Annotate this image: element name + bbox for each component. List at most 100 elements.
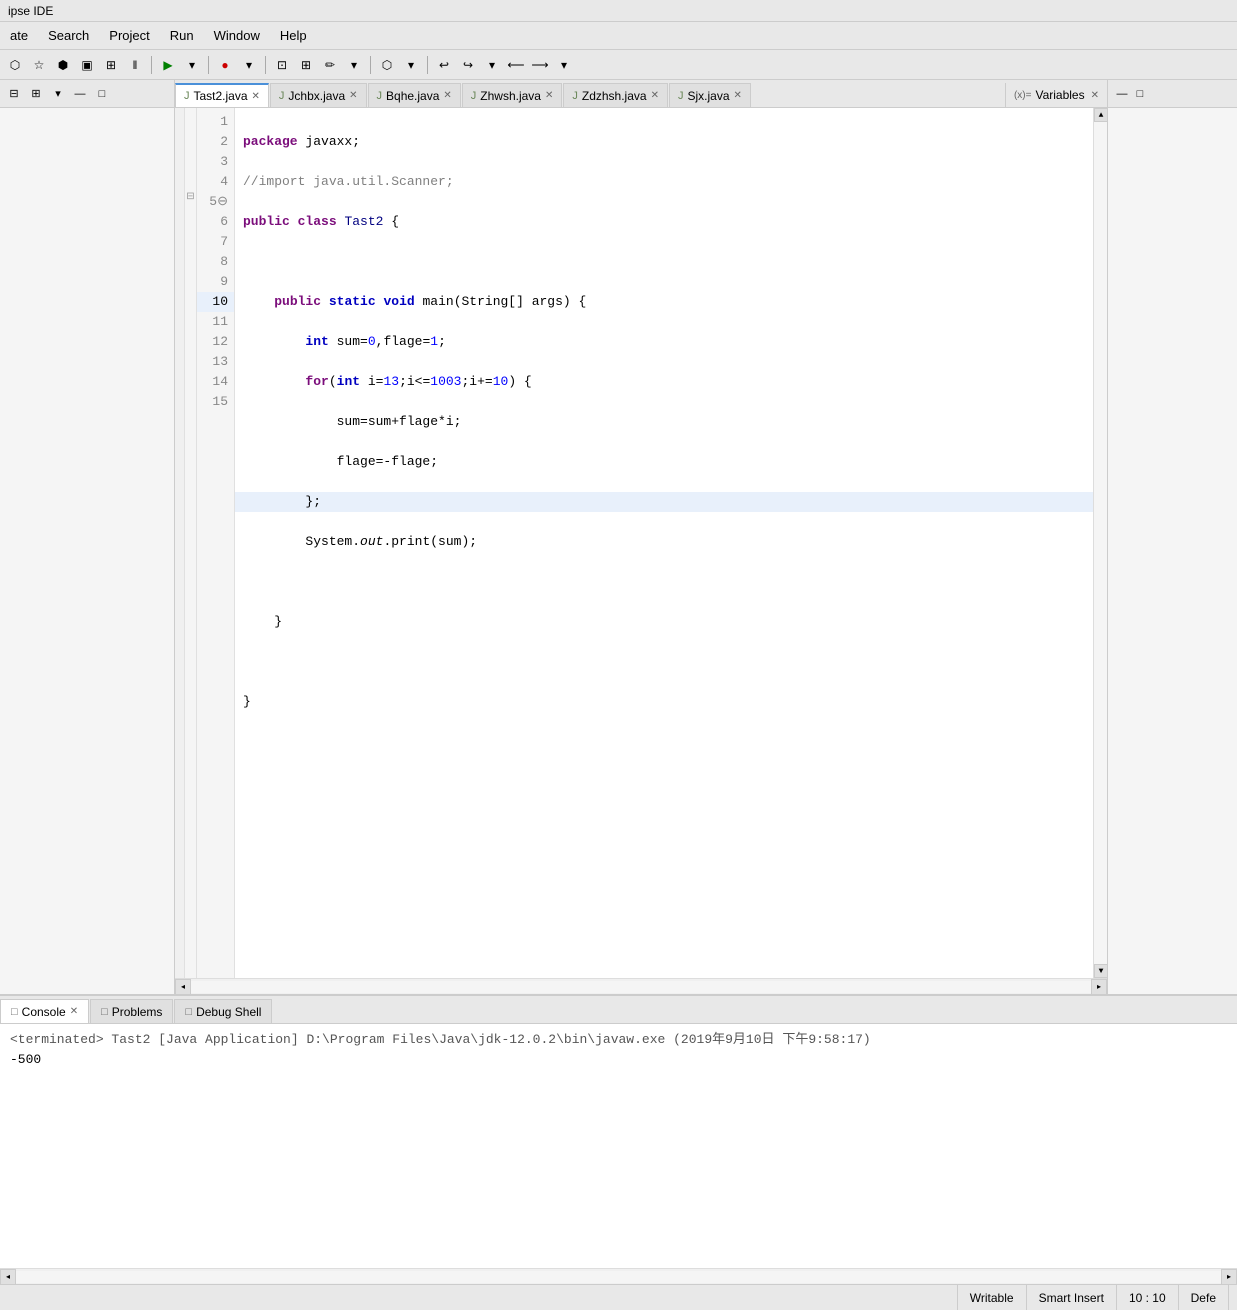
toolbar-btn-7[interactable]: ● [214,54,236,76]
tab-close-zdzhsh[interactable]: ✕ [651,90,659,101]
scroll-down-btn[interactable]: ▼ [1094,964,1107,978]
console-tab-problems[interactable]: □ Problems [90,999,173,1023]
fold-11 [185,308,196,328]
toolbar-nav-dropdown[interactable]: ▾ [481,54,503,76]
menu-help[interactable]: Help [270,25,317,46]
bp-13 [175,348,184,368]
variables-tab[interactable]: (x)= Variables ✕ [1005,83,1107,107]
tab-jchbx[interactable]: J Jchbx.java ✕ [270,83,367,107]
console-tab-console[interactable]: □ Console ✕ [0,999,89,1023]
console-tab-label: Console [22,1005,66,1019]
toolbar: ⬡ ☆ ⬢ ▣ ⊞ ‖ ▶ ▾ ● ▾ ⊡ ⊞ ✏ ▾ ⬡ ▾ ↩ ↪ ▾ ⟵ … [0,50,1237,80]
title-text: ipse IDE [8,4,53,18]
problems-icon: □ [101,1006,108,1018]
tab-sjx[interactable]: J Sjx.java ✕ [669,83,751,107]
tab-zdzhsh[interactable]: J Zdzhsh.java ✕ [563,83,668,107]
scroll-track[interactable] [1094,122,1107,964]
bp-12 [175,328,184,348]
fold-3 [185,148,196,168]
bp-10 [175,288,184,308]
toolbar-btn-11[interactable]: ✏ [319,54,341,76]
toolbar-next-btn[interactable]: ⟶ [529,54,551,76]
bp-3 [175,148,184,168]
fold-5[interactable]: ⊟ [185,188,196,208]
toolbar-btn-5[interactable]: ⊞ [100,54,122,76]
console-tab-close[interactable]: ✕ [70,1006,78,1017]
left-tab-btn-1[interactable]: ⊟ [4,84,24,104]
editor-hscroll: ◂ ▸ [175,978,1107,994]
tab-label-bqhe: Bqhe.java [386,89,439,103]
tab-close-sjx[interactable]: ✕ [734,90,742,101]
tab-label-zdzhsh: Zdzhsh.java [582,89,647,103]
toolbar-prev-btn[interactable]: ⟵ [505,54,527,76]
tab-tast2[interactable]: J Tast2.java ✕ [175,83,269,107]
toolbar-btn-13[interactable]: ⬡ [376,54,398,76]
toolbar-btn-1[interactable]: ⬡ [4,54,26,76]
linenum-11: 11 [197,312,234,332]
bottom-hscroll-track[interactable] [16,1271,1221,1283]
toolbar-btn-9[interactable]: ⊡ [271,54,293,76]
tab-close-bqhe[interactable]: ✕ [443,90,451,101]
code-line-11: System.out.print(sum); [243,532,1085,552]
console-tab-debug[interactable]: □ Debug Shell [174,999,272,1023]
menu-window[interactable]: Window [204,25,270,46]
bp-14 [175,368,184,388]
menu-search[interactable]: Search [38,25,99,46]
fold-9 [185,268,196,288]
toolbar-btn-6[interactable]: ‖ [124,54,146,76]
bottom-hscroll-right[interactable]: ▸ [1221,1269,1237,1285]
variables-tab-close[interactable]: ✕ [1091,90,1099,101]
variables-tab-label: Variables [1035,88,1084,102]
code-editor: ⊟ 1 2 3 4 5⊖ 6 7 8 [175,108,1107,978]
code-line-10: }; [235,492,1093,512]
right-panel-maximize[interactable]: □ [1132,86,1148,102]
menu-bar: ate Search Project Run Window Help [0,22,1237,50]
toolbar-btn-14[interactable]: ▾ [400,54,422,76]
toolbar-btn-2[interactable]: ☆ [28,54,50,76]
tab-icon-tast2: J [184,90,190,102]
tab-close-jchbx[interactable]: ✕ [349,90,357,101]
tab-icon-sjx: J [678,90,684,102]
left-tab-btn-minus[interactable]: — [70,84,90,104]
scroll-up-btn[interactable]: ▲ [1094,108,1107,122]
left-tab-btn-collapse[interactable]: ▾ [48,84,68,104]
menu-ate[interactable]: ate [0,25,38,46]
fold-8 [185,248,196,268]
left-tab-btn-restore[interactable]: □ [92,84,112,104]
tab-close-tast2[interactable]: ✕ [252,91,260,102]
bottom-hscroll-left[interactable]: ◂ [0,1269,16,1285]
breakpoint-area [175,108,185,978]
linenum-15: 15 [197,392,234,412]
toolbar-fwd-btn[interactable]: ↪ [457,54,479,76]
code-line-7: for(int i=13;i<=1003;i+=10) { [243,372,1085,392]
toolbar-btn-4[interactable]: ▣ [76,54,98,76]
toolbar-nav-dropdown2[interactable]: ▾ [553,54,575,76]
toolbar-btn-10[interactable]: ⊞ [295,54,317,76]
toolbar-btn-3[interactable]: ⬢ [52,54,74,76]
variables-tab-icon: (x)= [1014,90,1032,101]
toolbar-back-btn[interactable]: ↩ [433,54,455,76]
menu-run[interactable]: Run [160,25,204,46]
toolbar-run-dropdown[interactable]: ▾ [181,54,203,76]
left-tab-btn-2[interactable]: ⊞ [26,84,46,104]
bottom-scrollbar: ◂ ▸ [0,1268,1237,1284]
hscroll-right-btn[interactable]: ▸ [1091,979,1107,995]
code-line-6: int sum=0,flage=1; [243,332,1085,352]
toolbar-btn-12[interactable]: ▾ [343,54,365,76]
hscroll-left-btn[interactable]: ◂ [175,979,191,995]
linenum-12: 12 [197,332,234,352]
bp-8 [175,248,184,268]
linenum-6: 6 [197,212,234,232]
linenum-13: 13 [197,352,234,372]
right-panel-minimize[interactable]: — [1114,86,1130,102]
code-line-3: public class Tast2 { [243,212,1085,232]
hscroll-track[interactable] [191,981,1091,993]
toolbar-run-btn[interactable]: ▶ [157,54,179,76]
tab-zhwsh[interactable]: J Zhwsh.java ✕ [462,83,563,107]
code-content[interactable]: package javaxx; //import java.util.Scann… [235,108,1093,978]
tab-close-zhwsh[interactable]: ✕ [545,90,553,101]
toolbar-btn-8[interactable]: ▾ [238,54,260,76]
menu-project[interactable]: Project [99,25,159,46]
console-content: <terminated> Tast2 [Java Application] D:… [0,1024,1237,1268]
tab-bqhe[interactable]: J Bqhe.java ✕ [368,83,461,107]
